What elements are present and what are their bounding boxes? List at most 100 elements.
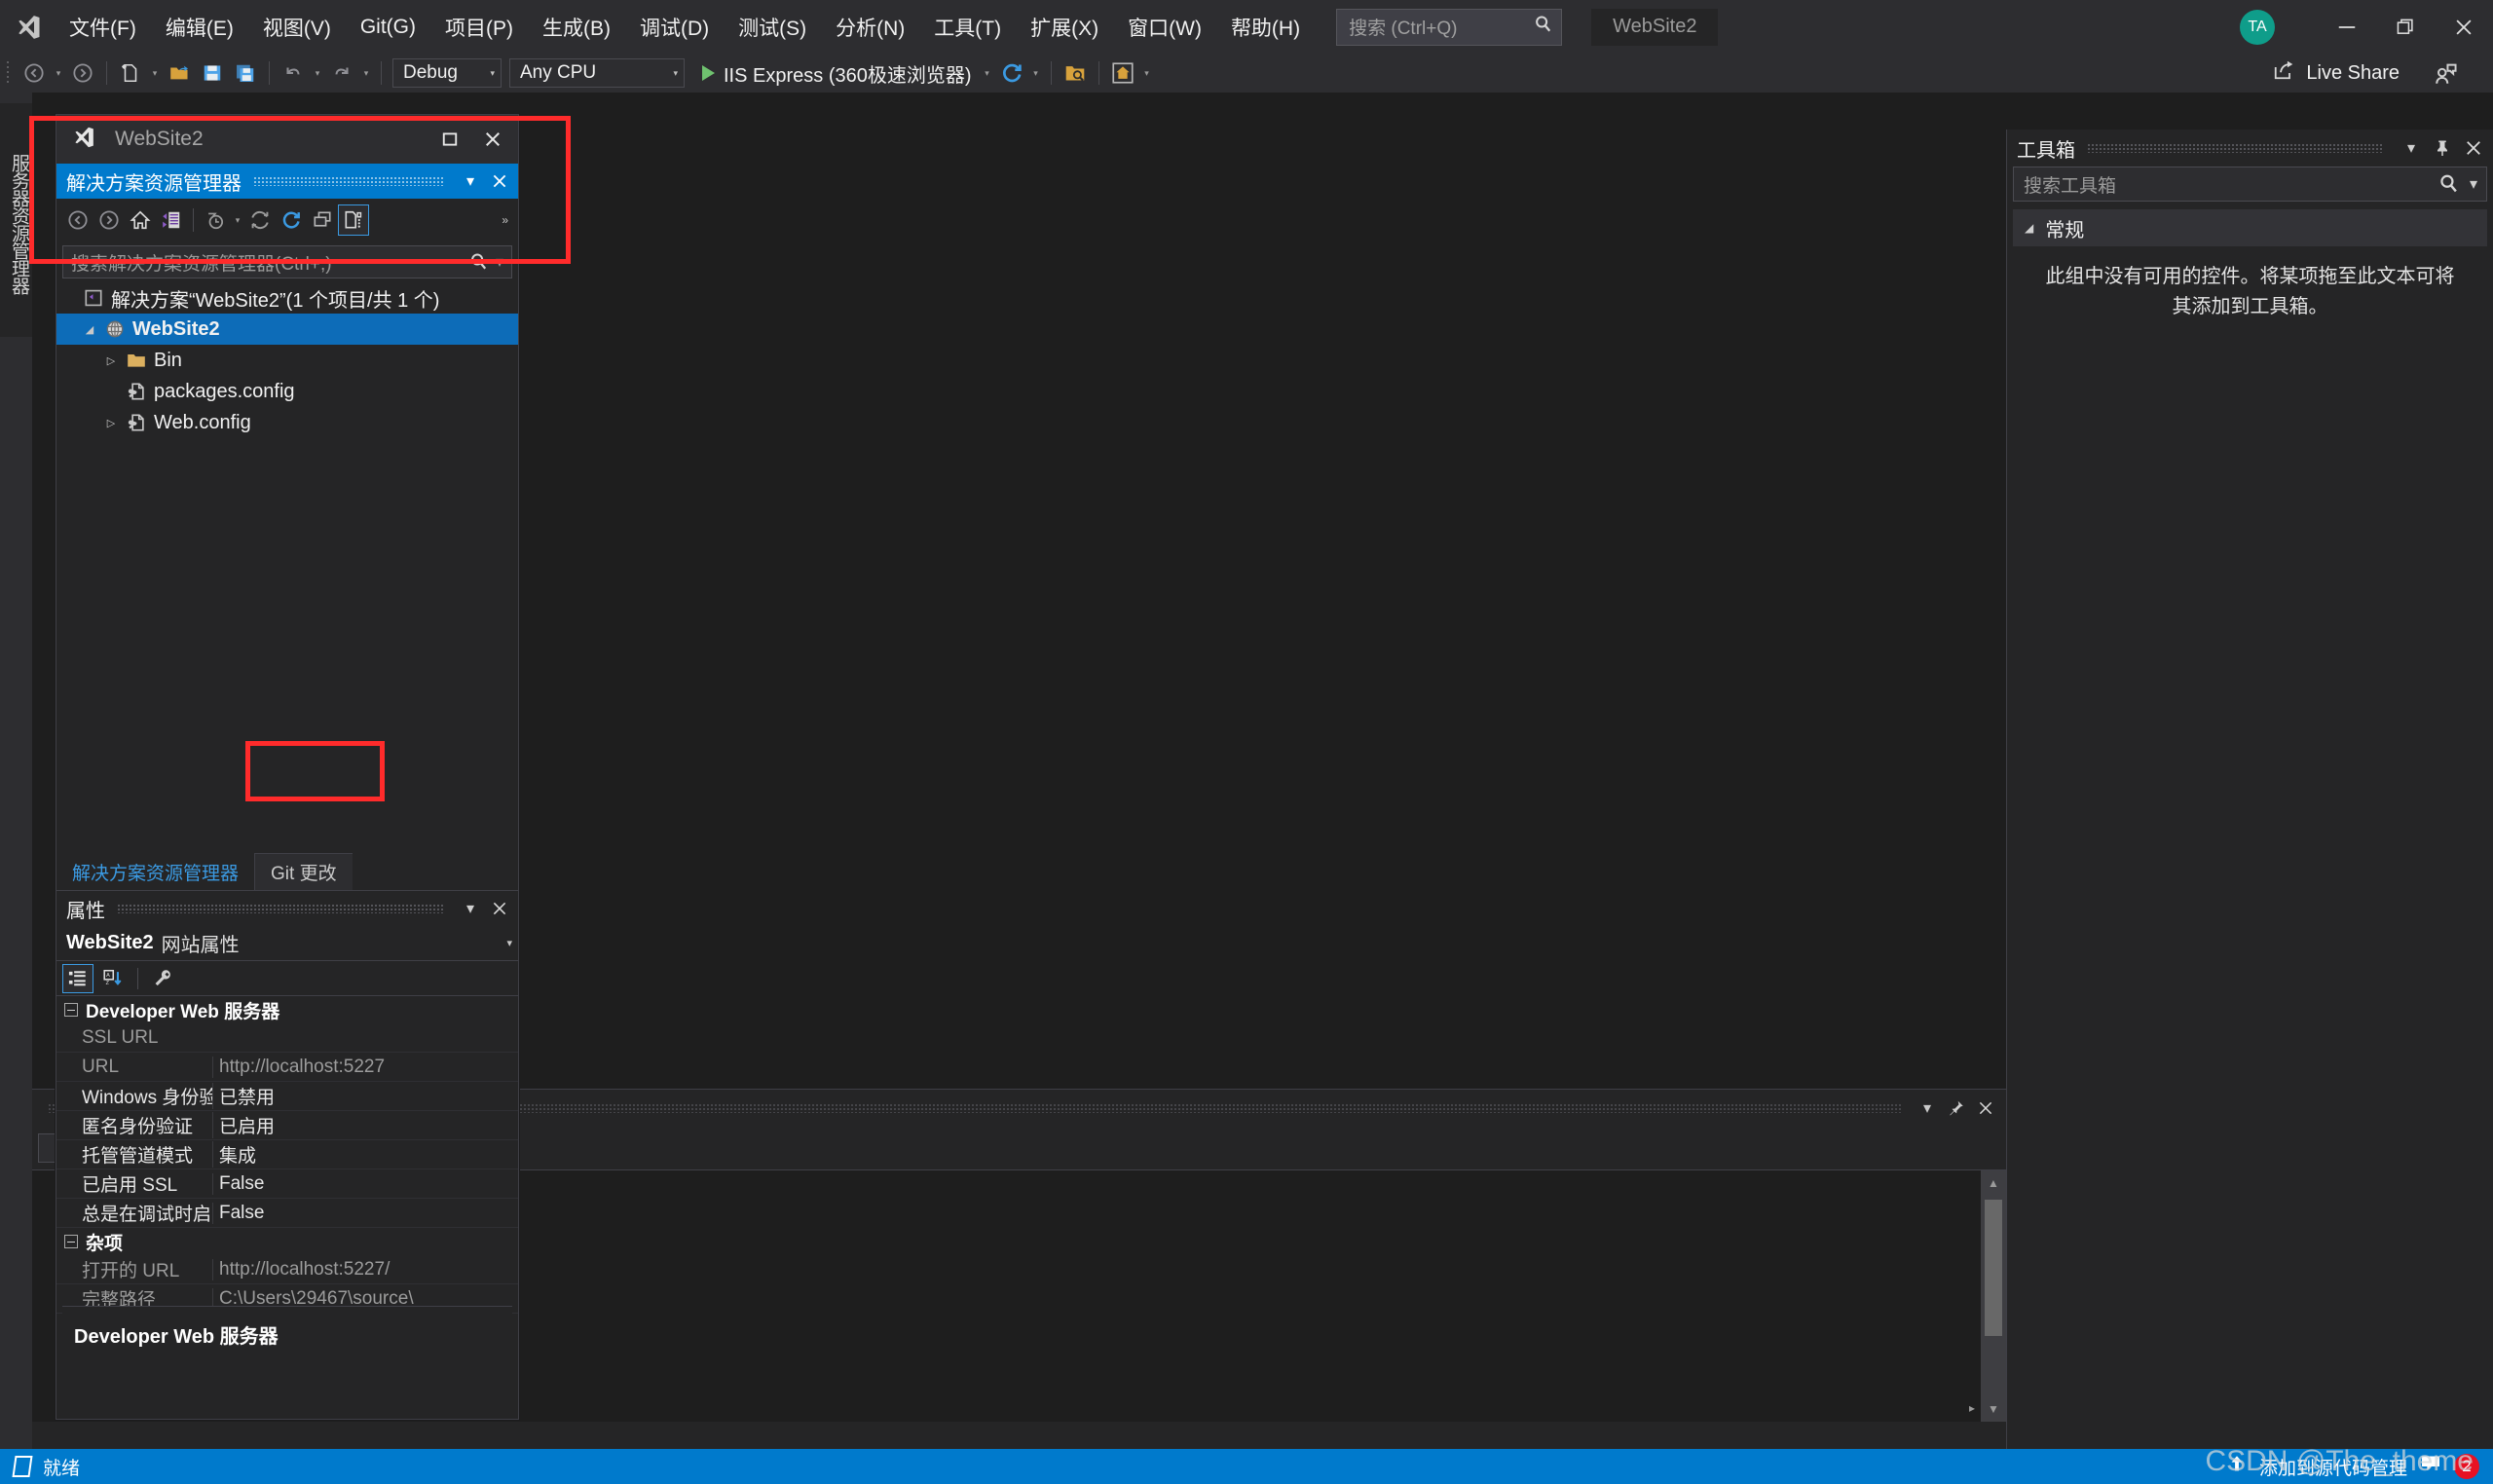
property-row-url[interactable]: URL http://localhost:5227 — [56, 1053, 518, 1082]
property-row-always-start-on-debug[interactable]: 总是在调试时启动 False — [56, 1199, 518, 1228]
live-share-button[interactable]: Live Share — [2272, 56, 2400, 91]
navigate-back-icon[interactable] — [18, 56, 51, 90]
panel-close-icon[interactable] — [1971, 1094, 2000, 1123]
se-sync-icon[interactable] — [244, 204, 276, 236]
platform-dropdown[interactable]: Any CPU ▾ — [509, 58, 685, 88]
expander-expanded-icon[interactable]: ◢ — [78, 323, 101, 336]
toolbox-search-options-icon[interactable]: ▾ — [2465, 168, 2482, 200]
menu-item-file[interactable]: 文件(F) — [55, 0, 151, 54]
menu-item-view[interactable]: 视图(V) — [248, 0, 346, 54]
notifications-icon[interactable] — [2419, 1452, 2442, 1481]
live-share-session-icon[interactable] — [2433, 62, 2458, 93]
solution-name-chip[interactable]: WebSite2 — [1591, 8, 1719, 46]
source-control-upload-icon[interactable] — [2226, 1451, 2248, 1482]
panel-menu-chevron-icon[interactable]: ▾ — [1913, 1094, 1942, 1123]
menu-item-git[interactable]: Git(G) — [346, 0, 430, 54]
notification-count-badge[interactable]: 2 — [2454, 1454, 2479, 1479]
server-explorer-vertical-tab[interactable]: 服务器资源管理器 — [0, 103, 32, 337]
undo-dropdown-icon[interactable]: ▾ — [310, 56, 325, 90]
tree-row-packages-config[interactable]: packages.config — [56, 376, 518, 407]
redo-dropdown-icon[interactable]: ▾ — [358, 56, 374, 90]
se-collapse-all-icon[interactable] — [307, 204, 338, 236]
property-row-ssl-enabled[interactable]: 已启用 SSL False — [56, 1169, 518, 1199]
expander-collapsed-icon-2[interactable]: ▷ — [99, 417, 123, 429]
se-show-all-files-icon[interactable] — [338, 204, 369, 236]
toolbox-group-general[interactable]: ◢ 常规 — [2013, 209, 2487, 246]
menu-item-edit[interactable]: 编辑(E) — [151, 0, 248, 54]
hot-reload-dropdown-icon[interactable]: ▾ — [1028, 56, 1044, 90]
navigate-back-dropdown-icon[interactable]: ▾ — [51, 56, 66, 90]
properties-category-misc[interactable]: 杂项 — [56, 1228, 518, 1255]
se-toolbar-overflow-icon[interactable]: » — [502, 213, 512, 227]
pin-icon[interactable] — [1942, 1094, 1971, 1123]
save-all-icon[interactable] — [229, 56, 262, 90]
tree-row-solution[interactable]: 解决方案“WebSite2”(1 个项目/共 1 个) — [56, 282, 518, 314]
new-project-icon[interactable] — [114, 56, 147, 90]
se-properties-window-icon[interactable] — [156, 204, 187, 236]
se-close-icon[interactable] — [485, 167, 514, 196]
se-back-icon[interactable] — [62, 204, 93, 236]
minimize-button[interactable] — [2318, 0, 2376, 54]
property-pages-icon[interactable] — [147, 964, 178, 993]
scroll-down-icon[interactable]: ▼ — [1981, 1396, 2006, 1422]
toolbox-pin-icon[interactable] — [2427, 132, 2458, 164]
expander-collapsed-icon[interactable]: ▷ — [99, 354, 123, 367]
menu-item-build[interactable]: 生成(B) — [528, 0, 625, 54]
tree-row-website2[interactable]: ◢ WebSite2 — [56, 314, 518, 345]
float-window-close-icon[interactable] — [471, 118, 514, 161]
properties-category-dev-web-server[interactable]: Developer Web 服务器 — [56, 996, 518, 1023]
collapse-box-icon-2[interactable] — [64, 1235, 78, 1248]
toolbar-grip[interactable] — [0, 54, 18, 93]
property-row-pipeline-mode[interactable]: 托管管道模式 集成 — [56, 1140, 518, 1169]
se-home-icon[interactable] — [125, 204, 156, 236]
chevron-down-icon[interactable]: ▾ — [506, 937, 512, 949]
home-page-icon[interactable] — [1106, 56, 1139, 90]
alphabetical-view-icon[interactable]: AZ — [97, 964, 129, 993]
tree-row-bin[interactable]: ▷ Bin — [56, 345, 518, 376]
se-menu-chevron-icon[interactable]: ▾ — [456, 167, 485, 196]
save-icon[interactable] — [196, 56, 229, 90]
toolbox-menu-chevron-icon[interactable]: ▾ — [2396, 132, 2427, 164]
menu-item-test[interactable]: 测试(S) — [724, 0, 821, 54]
global-search-input[interactable]: 搜索 (Ctrl+Q) — [1336, 8, 1563, 46]
menu-item-project[interactable]: 项目(P) — [430, 0, 528, 54]
output-vertical-scrollbar[interactable]: ▲ ▼ — [1981, 1170, 2006, 1422]
tree-row-web-config[interactable]: ▷ Web.config — [56, 407, 518, 438]
menu-item-window[interactable]: 窗口(W) — [1113, 0, 1216, 54]
properties-close-icon[interactable] — [485, 894, 514, 923]
menu-item-debug[interactable]: 调试(D) — [625, 0, 724, 54]
tab-git-changes[interactable]: Git 更改 — [254, 853, 353, 890]
property-row-anonymous-auth[interactable]: 匿名身份验证 已启用 — [56, 1111, 518, 1140]
hot-reload-icon[interactable] — [995, 56, 1028, 90]
se-refresh-icon[interactable] — [276, 204, 307, 236]
configuration-dropdown[interactable]: Debug ▾ — [392, 58, 502, 88]
search-folder-icon[interactable] — [1059, 56, 1092, 90]
undo-icon[interactable] — [277, 56, 310, 90]
property-row-windows-auth[interactable]: Windows 身份验证 已禁用 — [56, 1082, 518, 1111]
menu-item-tools[interactable]: 工具(T) — [919, 0, 1016, 54]
menu-item-extensions[interactable]: 扩展(X) — [1016, 0, 1113, 54]
property-row-ssl-url[interactable]: SSL URL — [56, 1023, 518, 1053]
properties-object-selector[interactable]: WebSite2 网站属性 ▾ — [56, 926, 518, 961]
properties-menu-chevron-icon[interactable]: ▾ — [456, 894, 485, 923]
toolbox-close-icon[interactable] — [2458, 132, 2489, 164]
toolbar-overflow-icon[interactable]: ▾ — [1139, 56, 1155, 90]
solution-explorer-search-input[interactable]: 搜索解决方案资源管理器(Ctrl+;) ▾ — [62, 245, 512, 278]
scroll-up-icon[interactable]: ▲ — [1981, 1170, 2006, 1196]
se-pending-changes-dropdown-icon[interactable]: ▾ — [231, 204, 244, 236]
scroll-thumb[interactable] — [1985, 1200, 2002, 1336]
close-button[interactable] — [2435, 0, 2493, 54]
menu-item-analyze[interactable]: 分析(N) — [821, 0, 919, 54]
float-window-titlebar[interactable]: WebSite2 — [56, 115, 518, 164]
property-row-open-url[interactable]: 打开的 URL http://localhost:5227/ — [56, 1255, 518, 1284]
tab-solution-explorer[interactable]: 解决方案资源管理器 — [56, 853, 254, 890]
new-project-dropdown-icon[interactable]: ▾ — [147, 56, 163, 90]
redo-icon[interactable] — [325, 56, 358, 90]
toolbox-search-input[interactable]: 搜索工具箱 ▾ — [2013, 167, 2487, 202]
navigate-forward-icon[interactable] — [66, 56, 99, 90]
open-file-icon[interactable] — [163, 56, 196, 90]
start-debugging-button[interactable]: IIS Express (360极速浏览器) — [694, 56, 980, 90]
se-search-options-icon[interactable]: ▾ — [492, 246, 507, 278]
restore-button[interactable] — [2376, 0, 2435, 54]
float-window-maximize-icon[interactable] — [428, 118, 471, 161]
